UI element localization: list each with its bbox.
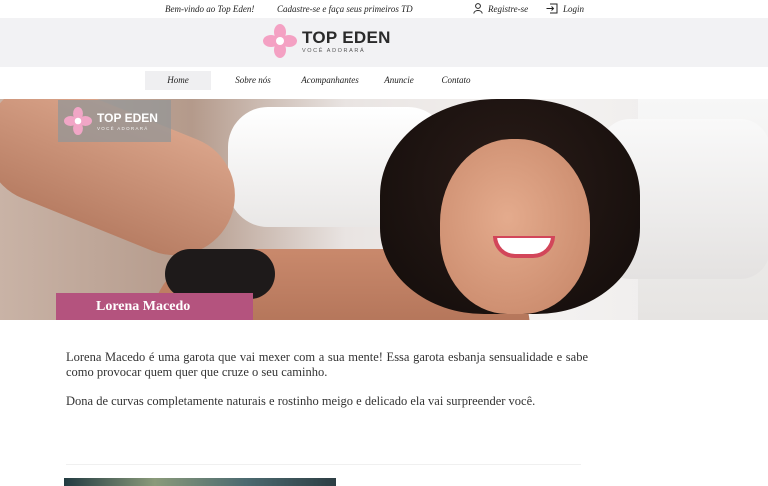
login-icon — [546, 3, 558, 14]
description-paragraph: Lorena Macedo é uma garota que vai mexer… — [66, 350, 588, 379]
section-divider — [66, 464, 581, 465]
profile-description: Lorena Macedo é uma garota que vai mexer… — [66, 350, 588, 423]
hero-photo-lingerie — [165, 249, 275, 299]
brand-name: TOP EDEN — [302, 27, 391, 47]
nav-item-advertise[interactable]: Anuncie — [378, 71, 420, 90]
login-label: Login — [563, 3, 585, 14]
nav-item-about[interactable]: Sobre nós — [228, 71, 278, 90]
nav-item-home[interactable]: Home — [145, 71, 211, 90]
welcome-text: Bem-vindo ao Top Eden! — [165, 4, 255, 14]
promo-link[interactable]: Cadastre-se e faça seus primeiros TD — [277, 4, 413, 14]
top-bar: Bem-vindo ao Top Eden! Cadastre-se e faç… — [0, 0, 768, 18]
register-label: Registre-se — [488, 3, 529, 14]
profile-name-banner: Lorena Macedo — [56, 293, 253, 320]
main-nav: Home Sobre nós Acompanhantes Anuncie Con… — [0, 67, 768, 99]
hero-banner: TOP EDEN VOCÊ ADORARÁ Lorena Macedo — [0, 99, 768, 320]
description-paragraph: Dona de curvas completamente naturais e … — [66, 394, 536, 408]
register-link[interactable]: Registre-se — [473, 3, 528, 14]
nav-item-contact[interactable]: Contato — [434, 71, 478, 90]
flower-logo-icon — [64, 107, 92, 135]
hero-watermark-logo: TOP EDEN VOCÊ ADORARÁ — [58, 100, 171, 142]
login-link[interactable]: Login — [546, 3, 584, 14]
site-header: TOP EDEN VOCÊ ADORARÁ — [0, 18, 768, 67]
site-logo[interactable]: TOP EDEN VOCÊ ADORARÁ — [263, 24, 391, 58]
gallery-thumbnail[interactable] — [64, 478, 336, 486]
hero-photo-face — [440, 139, 590, 314]
brand-tagline: VOCÊ ADORARÁ — [302, 47, 366, 54]
hero-logo-brand: TOP EDEN — [97, 110, 158, 125]
hero-logo-tagline: VOCÊ ADORARÁ — [97, 125, 149, 131]
user-icon — [473, 3, 483, 14]
flower-logo-icon — [263, 24, 297, 58]
nav-item-escorts[interactable]: Acompanhantes — [294, 71, 366, 90]
